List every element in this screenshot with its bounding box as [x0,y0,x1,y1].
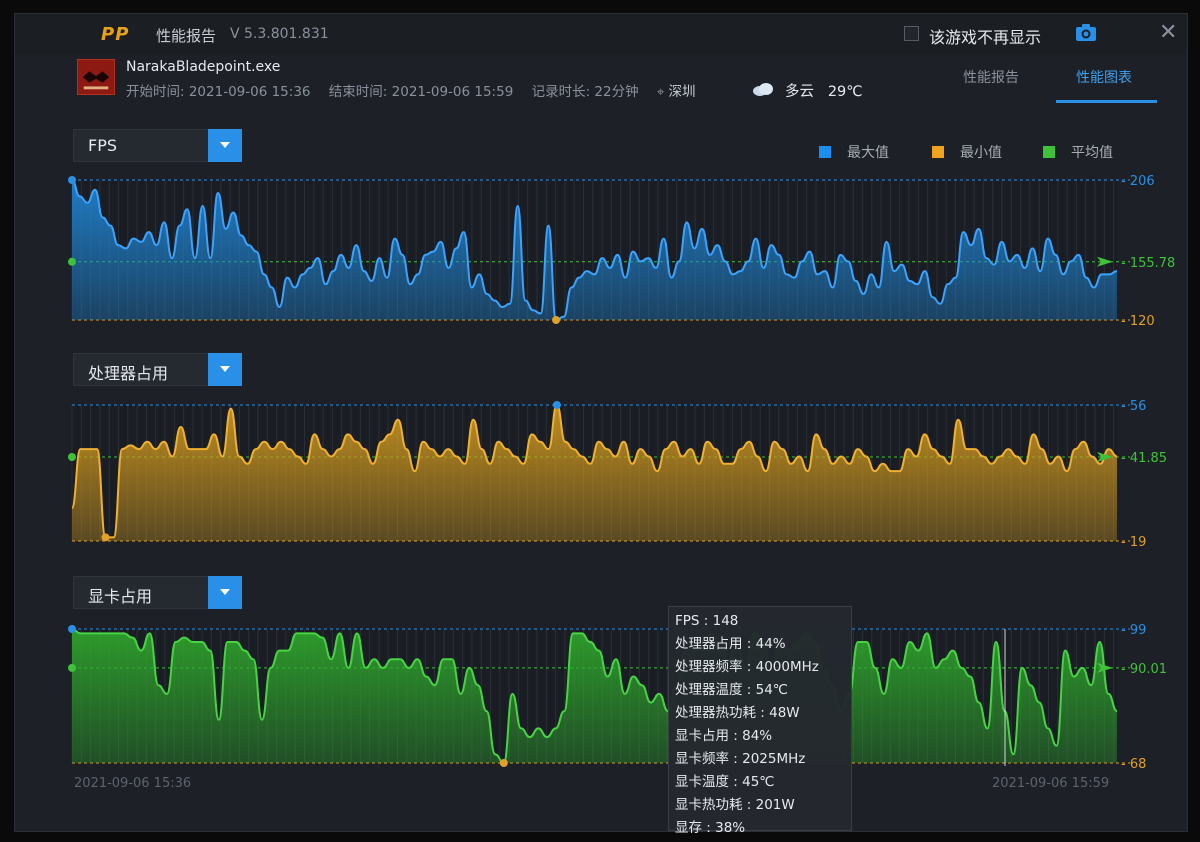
avg-marker [68,257,76,266]
avg-value-label: - 155.78 [1121,256,1175,271]
avg-value-label: - 41.85 [1121,451,1167,466]
min-marker [552,316,561,324]
footer-end-time: 2021-09-06 15:59 [992,776,1110,791]
tooltip-row: 显卡频率 : 2025MHz [675,751,806,767]
tooltip-row: 处理器占用 : 44% [675,636,786,652]
max-value-label: - 56 [1121,399,1146,414]
tooltip-row: FPS : 148 [675,613,739,629]
min-value-label: - 19 [1121,535,1146,550]
performance-charts[interactable]: - 206 - 155.78 - 120 - 56 - 41.85 - 19 - 99 - 9… [15,14,1187,831]
avg-marker [68,453,76,462]
min-value-label: - 68 [1121,757,1146,772]
tooltip-row: 处理器热功耗 : 48W [675,705,800,721]
tooltip-row: 显卡温度 : 45℃ [675,774,775,790]
avg-value-label: - 90.01 [1121,662,1167,677]
max-marker [68,176,76,184]
footer-start-time: 2021-09-06 15:36 [74,776,192,791]
min-marker [101,533,110,542]
tooltip-row: 处理器温度 : 54℃ [675,682,788,698]
tooltip-row: 显卡热功耗 : 201W [675,797,795,813]
max-value-label: - 206 [1121,174,1155,189]
tooltip-row: 显存 : 38% [675,820,746,836]
max-marker [552,401,561,409]
data-tooltip: FPS : 148 处理器占用 : 44% 处理器频率 : 4000MHz 处理器温度… [668,606,852,836]
max-marker [68,625,76,633]
tooltip-row: 显卡占用 : 84% [675,728,773,744]
app-window: PP 性能报告 V 5.3.801.831 该游戏不再显示 ✕ NarakaBl… [14,13,1188,836]
min-marker [499,759,508,767]
max-value-label: - 99 [1121,623,1146,638]
avg-marker [68,663,76,672]
tooltip-row: 处理器频率 : 4000MHz [675,659,819,675]
min-value-label: - 120 [1121,314,1155,329]
